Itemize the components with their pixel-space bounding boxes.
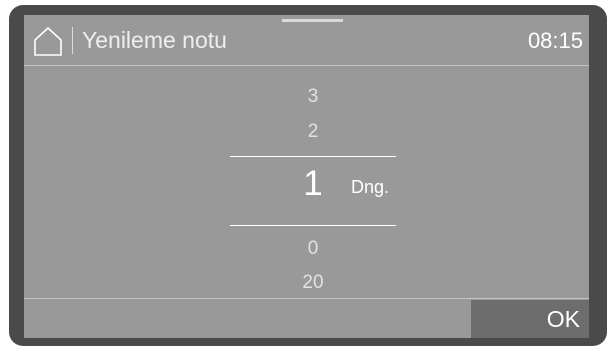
- home-icon: [34, 27, 62, 56]
- footer-empty-area: [24, 300, 470, 338]
- pull-down-handle[interactable]: [282, 19, 343, 22]
- clock: 08:15: [527, 28, 583, 53]
- header-bar: Yenileme notu 08:15: [24, 15, 589, 66]
- cycle-picker[interactable]: 3 2 1 Dng. 0 20: [230, 66, 396, 298]
- picker-value-below-1[interactable]: 0: [230, 238, 396, 260]
- picker-selection-line-bottom: [230, 225, 396, 226]
- header-divider: [72, 27, 73, 54]
- home-button[interactable]: [32, 25, 64, 57]
- picker-selected-value[interactable]: 1: [296, 164, 330, 204]
- ok-button[interactable]: OK: [471, 300, 589, 338]
- picker-value-above-2[interactable]: 3: [230, 86, 396, 108]
- picker-unit-label: Dng.: [351, 177, 390, 197]
- picker-value-above-1[interactable]: 2: [230, 121, 396, 143]
- display-screen: Yenileme notu 08:15 3 2 1 Dng. 0 20 OK: [24, 15, 589, 338]
- page-title: Yenileme notu: [82, 27, 227, 53]
- picker-value-below-2[interactable]: 20: [230, 272, 396, 294]
- footer-bar: OK: [24, 298, 589, 338]
- picker-selection-line-top: [230, 156, 396, 157]
